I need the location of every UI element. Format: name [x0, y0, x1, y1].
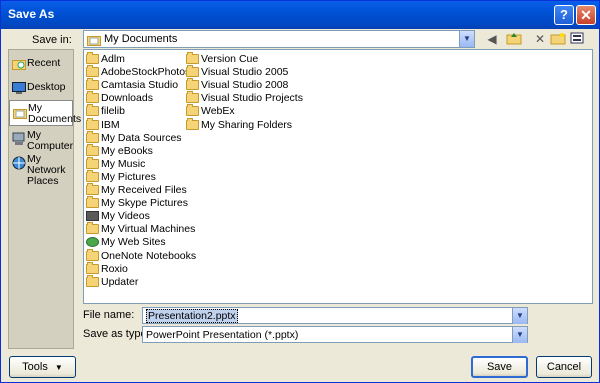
place-my-documents[interactable]: My Documents: [9, 100, 82, 126]
cancel-label: Cancel: [546, 361, 582, 373]
desktop-icon: [12, 82, 26, 94]
folder-icon: [86, 169, 99, 182]
chevron-down-icon: ▼: [54, 363, 63, 372]
folder-icon: [86, 261, 99, 274]
folder-icon: [86, 91, 99, 104]
place-label: My Computer: [27, 129, 74, 152]
file-name-text: AdobeStockPhotos: [101, 66, 191, 79]
folder-icon: [86, 196, 99, 209]
place-my-network[interactable]: My Network Places: [9, 152, 73, 187]
file-name-text: Updater: [101, 275, 139, 288]
place-desktop[interactable]: Desktop: [9, 82, 73, 96]
place-label: My Network Places: [27, 153, 66, 187]
cancel-button[interactable]: Cancel: [536, 356, 592, 378]
back-icon[interactable]: ◀: [483, 31, 501, 47]
place-label: Recent: [27, 57, 61, 69]
my-documents-icon: [13, 107, 27, 119]
save-as-type-value: PowerPoint Presentation (*.pptx): [146, 329, 299, 341]
folder-icon: [86, 104, 99, 117]
save-in-dropdown[interactable]: My Documents ▼: [83, 30, 475, 48]
file-name-text: OneNote Notebooks: [101, 249, 197, 262]
place-my-computer[interactable]: My Computer: [9, 128, 73, 154]
file-name-text: Visual Studio 2005: [201, 66, 289, 79]
save-label: Save: [486, 361, 513, 373]
folder-icon: [86, 183, 99, 195]
places-bar: Recent Desktop My Documents My Computer …: [8, 49, 82, 349]
window-title: Save As: [8, 7, 55, 21]
file-name-text: My Web Sites: [101, 236, 166, 249]
chevron-down-icon[interactable]: ▼: [512, 327, 527, 343]
place-label: My Documents: [28, 102, 82, 125]
folder-icon: [86, 156, 99, 169]
tools-button[interactable]: Tools ▼: [9, 356, 76, 378]
save-as-dialog: Save As ? ✕ Save in: My Documents ▼ ◀ ✕ …: [0, 0, 600, 383]
folder-icon: [86, 78, 99, 91]
up-folder-icon[interactable]: [505, 31, 523, 47]
help-button[interactable]: ?: [554, 5, 574, 25]
new-folder-icon[interactable]: [549, 31, 567, 47]
delete-icon[interactable]: ✕: [531, 31, 549, 47]
file-name-text: My Pictures: [101, 170, 156, 183]
web-folder-icon: [86, 237, 99, 248]
save-as-type-dropdown[interactable]: PowerPoint Presentation (*.pptx) ▼: [142, 326, 528, 343]
title-bar[interactable]: Save As ? ✕: [1, 1, 599, 29]
file-name-text: Version Cue: [201, 53, 259, 65]
file-name-text: IBM: [101, 118, 120, 131]
file-name-text: Adlm: [101, 53, 125, 65]
file-name-text: My eBooks: [101, 144, 153, 157]
recent-icon: [12, 58, 26, 70]
file-name-field[interactable]: Presentation2.pptx ▼: [142, 307, 528, 324]
file-name-label: File name:: [83, 309, 135, 321]
folder-icon: [86, 143, 99, 156]
file-name-text: WebEx: [201, 105, 235, 118]
file-name-text: My Music: [101, 157, 146, 170]
folder-icon: [86, 222, 99, 235]
folder-icon: [186, 65, 199, 78]
video-folder-icon: [86, 211, 99, 222]
file-name-text: My Data Sources: [101, 131, 182, 144]
folder-icon: [86, 65, 99, 78]
computer-icon: [12, 132, 26, 145]
file-name-text: Camtasia Studio: [101, 79, 179, 92]
folder-icon: [86, 248, 99, 261]
file-name-text: Downloads: [101, 92, 153, 105]
file-name-value: Presentation2.pptx: [146, 309, 238, 323]
place-recent[interactable]: Recent: [9, 58, 73, 70]
close-icon: ✕: [580, 7, 592, 23]
file-name-text: filelib: [101, 105, 125, 118]
folder-icon: [86, 274, 99, 287]
file-list[interactable]: Adlm AdobeStockPhotos Camtasia Studio Downl…: [83, 49, 593, 304]
folder-icon: [86, 117, 99, 130]
folder-icon: [186, 78, 199, 91]
file-name-text: Roxio: [101, 262, 128, 275]
file-name-text: Visual Studio Projects: [201, 92, 303, 105]
help-icon: ?: [560, 7, 568, 22]
save-in-value: My Documents: [104, 33, 178, 45]
views-icon[interactable]: [569, 31, 587, 47]
save-as-type-label: Save as type:: [83, 328, 150, 340]
save-in-label: Save in:: [32, 34, 72, 46]
tools-label: Tools: [22, 361, 48, 373]
folder-icon: [186, 52, 199, 64]
folder-icon: [186, 117, 199, 130]
documents-folder-icon: [87, 34, 101, 49]
file-name-text: My Videos: [101, 210, 150, 223]
folder-icon: [86, 52, 99, 64]
folder-icon: [186, 91, 199, 104]
file-name-text: My Received Files: [101, 184, 187, 196]
file-name-text: My Virtual Machines: [101, 223, 196, 236]
close-button[interactable]: ✕: [576, 5, 596, 25]
file-name-text: My Sharing Folders: [201, 118, 293, 131]
save-button[interactable]: Save: [471, 356, 528, 378]
chevron-down-icon[interactable]: ▼: [512, 308, 527, 324]
network-icon: [12, 156, 26, 170]
file-name-text: My Skype Pictures: [101, 197, 188, 210]
folder-icon: [86, 130, 99, 143]
place-label: Desktop: [27, 81, 66, 93]
folder-icon: [186, 104, 199, 117]
file-name-text: Visual Studio 2008: [201, 79, 289, 92]
chevron-down-icon[interactable]: ▼: [459, 31, 474, 47]
